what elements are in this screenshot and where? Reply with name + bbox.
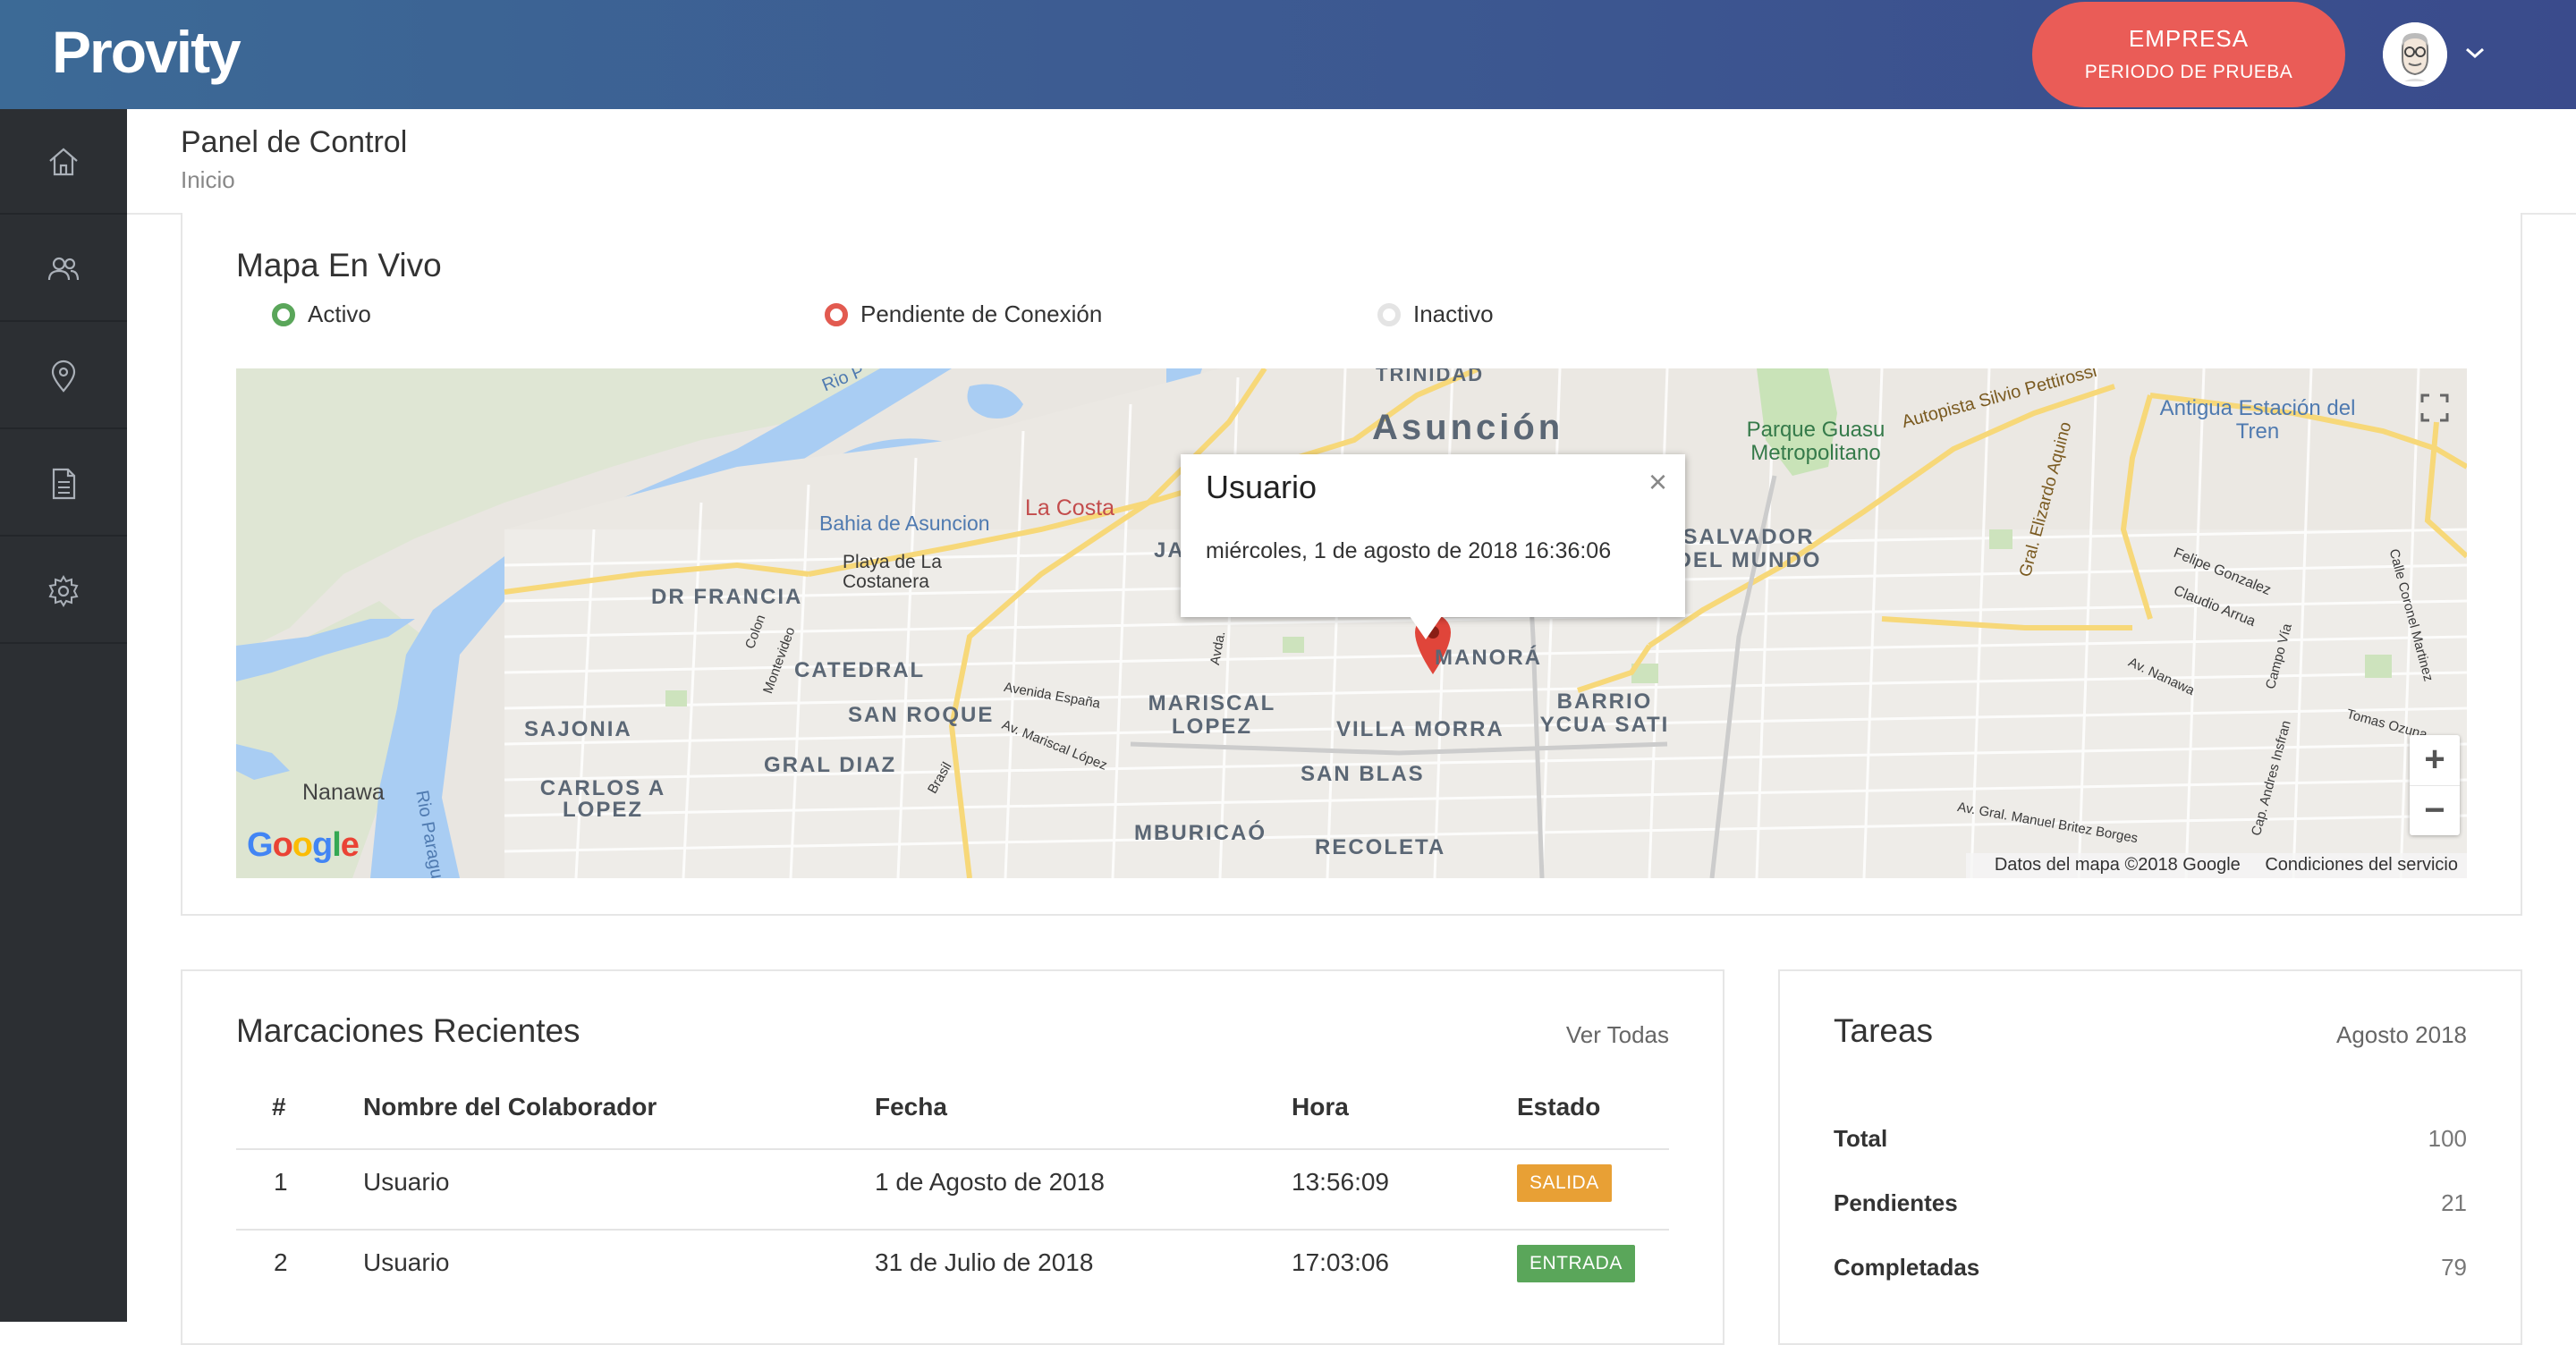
sidebar (0, 109, 127, 1322)
map-terms-link[interactable]: Condiciones del servicio (2265, 855, 2458, 875)
tasks-period: Agosto 2018 (2335, 1021, 2467, 1048)
task-stat-label: Total (1834, 1125, 1888, 1152)
employee-name: Usuario (363, 1168, 450, 1196)
map-label: GRAL DIAZ (764, 753, 897, 777)
avatar-face-icon (2383, 22, 2447, 87)
company-label: EMPRESA (2128, 25, 2250, 52)
map-label: CARLOS A LOPEZ (539, 776, 666, 822)
map-label: CATEDRAL (794, 658, 926, 682)
live-map-panel: Mapa En Vivo Activo Pendiente de Conexió… (181, 213, 2522, 916)
recent-checkins-title: Marcaciones Recientes (236, 1012, 580, 1049)
sidebar-item-users[interactable] (0, 216, 127, 322)
tasks-title: Tareas (1834, 1012, 1934, 1049)
tasks-panel: Tareas Agosto 2018 Total 100 Pendientes … (1778, 969, 2522, 1345)
legend-label: Inactivo (1413, 300, 1494, 327)
chevron-down-icon[interactable] (2463, 45, 2487, 61)
company-plan-button[interactable]: EMPRESA PERIODO DE PRUEBA (2032, 2, 2345, 107)
checkin-date: 31 de Julio de 2018 (875, 1248, 1094, 1276)
zoom-in-button[interactable]: + (2410, 735, 2460, 785)
checkin-date: 1 de Agosto de 2018 (875, 1168, 1105, 1196)
app-logo[interactable]: Provity (52, 18, 242, 86)
popup-title: Usuario (1206, 469, 1318, 505)
task-stat-label: Completadas (1834, 1254, 1980, 1281)
zoom-out-button[interactable]: − (2410, 785, 2460, 835)
map-label: VILLA MORRA (1336, 717, 1504, 741)
view-all-link[interactable]: Ver Todas (1566, 1021, 1669, 1049)
status-badge: SALIDA (1517, 1164, 1612, 1202)
home-icon (49, 148, 78, 176)
row-number: 2 (274, 1248, 288, 1276)
checkin-time: 17:03:06 (1292, 1248, 1389, 1276)
map-label: La Costa (1025, 495, 1115, 520)
sidebar-item-locations[interactable] (0, 324, 127, 429)
map-label: MBURICAÓ (1134, 821, 1267, 845)
map-label: MANORÁ (1435, 646, 1542, 670)
marker-info-popup: Usuario miércoles, 1 de agosto de 2018 1… (1181, 454, 1685, 617)
legend-active: Activo (272, 300, 371, 328)
status-badge: ENTRADA (1517, 1245, 1635, 1282)
status-dot-icon (272, 302, 295, 326)
map-label: BARRIO YCUA SATI (1539, 689, 1670, 737)
map-label: Antigua Estación del Tren (2159, 396, 2356, 444)
row-number: 1 (274, 1168, 288, 1196)
gear-icon (48, 575, 79, 607)
column-header: Estado (1517, 1093, 1601, 1121)
checkin-time: 13:56:09 (1292, 1168, 1389, 1196)
fullscreen-icon (2420, 393, 2449, 422)
map-section-title: Mapa En Vivo (236, 247, 442, 283)
status-dot-icon (825, 302, 848, 326)
close-icon[interactable]: × (1648, 463, 1667, 501)
popup-pointer (1410, 616, 1442, 639)
popup-timestamp: miércoles, 1 de agosto de 2018 16:36:06 (1206, 538, 1612, 563)
fullscreen-button[interactable] (2410, 383, 2460, 433)
page-header: Panel de Control Inicio (127, 109, 2576, 215)
status-dot-icon (1377, 302, 1401, 326)
sidebar-item-home[interactable] (0, 109, 127, 215)
page-title: Panel de Control (181, 125, 408, 159)
column-header: # (272, 1093, 286, 1121)
users-icon (47, 257, 80, 281)
map-label: SAN ROQUE (848, 703, 995, 727)
row-divider (236, 1148, 1669, 1150)
user-avatar[interactable] (2383, 22, 2447, 87)
legend-inactive: Inactivo (1377, 300, 1494, 328)
map-data-credit[interactable]: Datos del mapa ©2018 Google (1995, 855, 2241, 875)
task-stat-value: 100 (2428, 1125, 2467, 1152)
sidebar-item-settings[interactable] (0, 538, 127, 644)
map-label: SAN BLAS (1301, 762, 1425, 786)
map-label: Bahia de Asuncion (819, 512, 990, 535)
map-label: RECOLETA (1315, 835, 1446, 859)
map-label: DR FRANCIA (651, 585, 803, 609)
map-label: Asunción (1372, 408, 1564, 447)
map-label: Nanawa (302, 780, 385, 805)
task-stat-value: 79 (2441, 1254, 2467, 1281)
plan-label: PERIODO DE PRUEBA (2084, 62, 2293, 82)
map-label: Playa de La Costanera (843, 552, 942, 592)
top-navbar: Provity EMPRESA PERIODO DE PRUEBA (0, 0, 2576, 109)
column-header: Nombre del Colaborador (363, 1093, 657, 1121)
task-stat-value: 21 (2441, 1189, 2467, 1216)
task-stat-label: Pendientes (1834, 1189, 1958, 1216)
map-label: SALVADOR DEL MUNDO (1675, 525, 1822, 572)
zoom-controls: + − (2410, 735, 2460, 835)
live-map[interactable]: TRINIDAD Asunción Bahia de Asuncion La C… (236, 368, 2467, 878)
legend-label: Activo (308, 300, 371, 327)
employee-name: Usuario (363, 1248, 450, 1276)
legend-label: Pendiente de Conexión (860, 300, 1103, 327)
map-attribution: Datos del mapa ©2018 Google Condiciones … (1965, 853, 2467, 878)
location-pin-icon (51, 360, 76, 393)
map-label: TRINIDAD (1376, 368, 1485, 385)
column-header: Fecha (875, 1093, 947, 1121)
breadcrumb[interactable]: Inicio (181, 166, 235, 194)
google-logo: Google (247, 826, 360, 864)
column-header: Hora (1292, 1093, 1349, 1121)
map-label: Parque Guasu Metropolitano (1746, 418, 1885, 465)
sidebar-item-reports[interactable] (0, 431, 127, 537)
recent-checkins-panel: Marcaciones Recientes Ver Todas # Nombre… (181, 969, 1724, 1345)
legend-pending: Pendiente de Conexión (825, 300, 1102, 328)
map-label: SAJONIA (524, 717, 632, 741)
map-label: MARISCAL LOPEZ (1148, 691, 1276, 739)
row-divider (236, 1229, 1669, 1231)
document-icon (52, 468, 76, 500)
